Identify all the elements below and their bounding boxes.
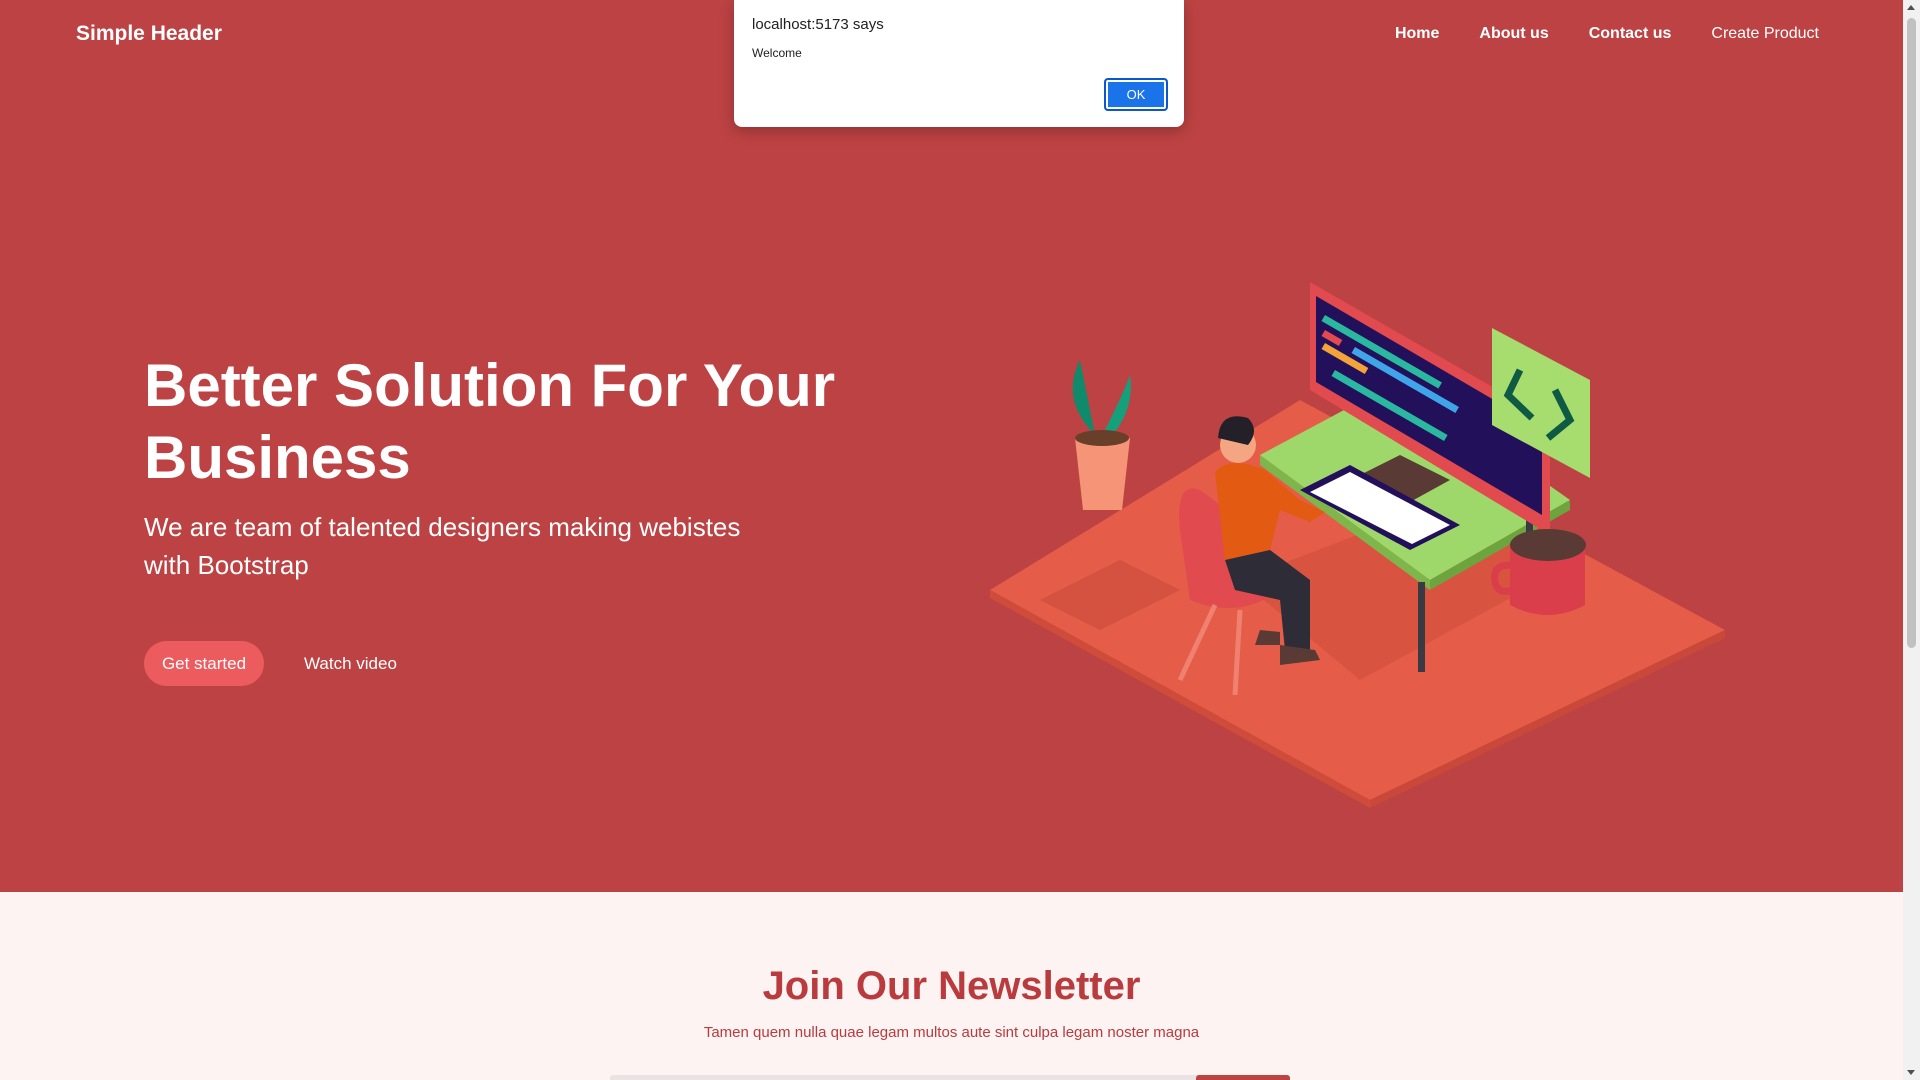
plant-pot (1075, 438, 1130, 510)
nav-about-us[interactable]: About us (1479, 25, 1548, 43)
dialog-title: localhost:5173 says (752, 16, 884, 33)
watch-video-button[interactable]: Watch video (298, 641, 403, 686)
get-started-button[interactable]: Get started (144, 641, 264, 686)
newsletter-subtitle: Tamen quem nulla quae legam multos aute … (703, 1024, 1200, 1041)
scroll-thumb[interactable] (1907, 18, 1916, 648)
scroll-down-arrow-icon[interactable] (1907, 1070, 1915, 1075)
alert-dialog: localhost:5173 says Welcome OK (734, 0, 1184, 127)
page-scrollbar[interactable] (1903, 0, 1920, 1080)
newsletter-email-input[interactable] (610, 1075, 1290, 1080)
main-nav: Home About us Contact us Create Product (1395, 25, 1819, 43)
nav-create-product[interactable]: Create Product (1711, 25, 1819, 43)
nav-contact-us[interactable]: Contact us (1589, 25, 1672, 43)
newsletter-subscribe-button[interactable] (1196, 1075, 1290, 1080)
scroll-up-arrow-icon[interactable] (1907, 5, 1915, 10)
dialog-ok-button[interactable]: OK (1104, 78, 1168, 111)
dialog-message: Welcome (752, 46, 802, 60)
nav-home[interactable]: Home (1395, 25, 1439, 43)
newsletter-title: Join Our Newsletter (762, 964, 1141, 1008)
hero-subtitle: We are team of talented designers making… (144, 512, 741, 580)
newsletter-section: Join Our Newsletter Tamen quem nulla qua… (0, 892, 1903, 1080)
hero-section: Simple Header Home About us Contact us C… (0, 0, 1903, 892)
hero-title: Better Solution For Your Business (144, 352, 836, 491)
developer-at-desk-illustration (990, 282, 1725, 808)
brand-logo[interactable]: Simple Header (76, 22, 222, 46)
